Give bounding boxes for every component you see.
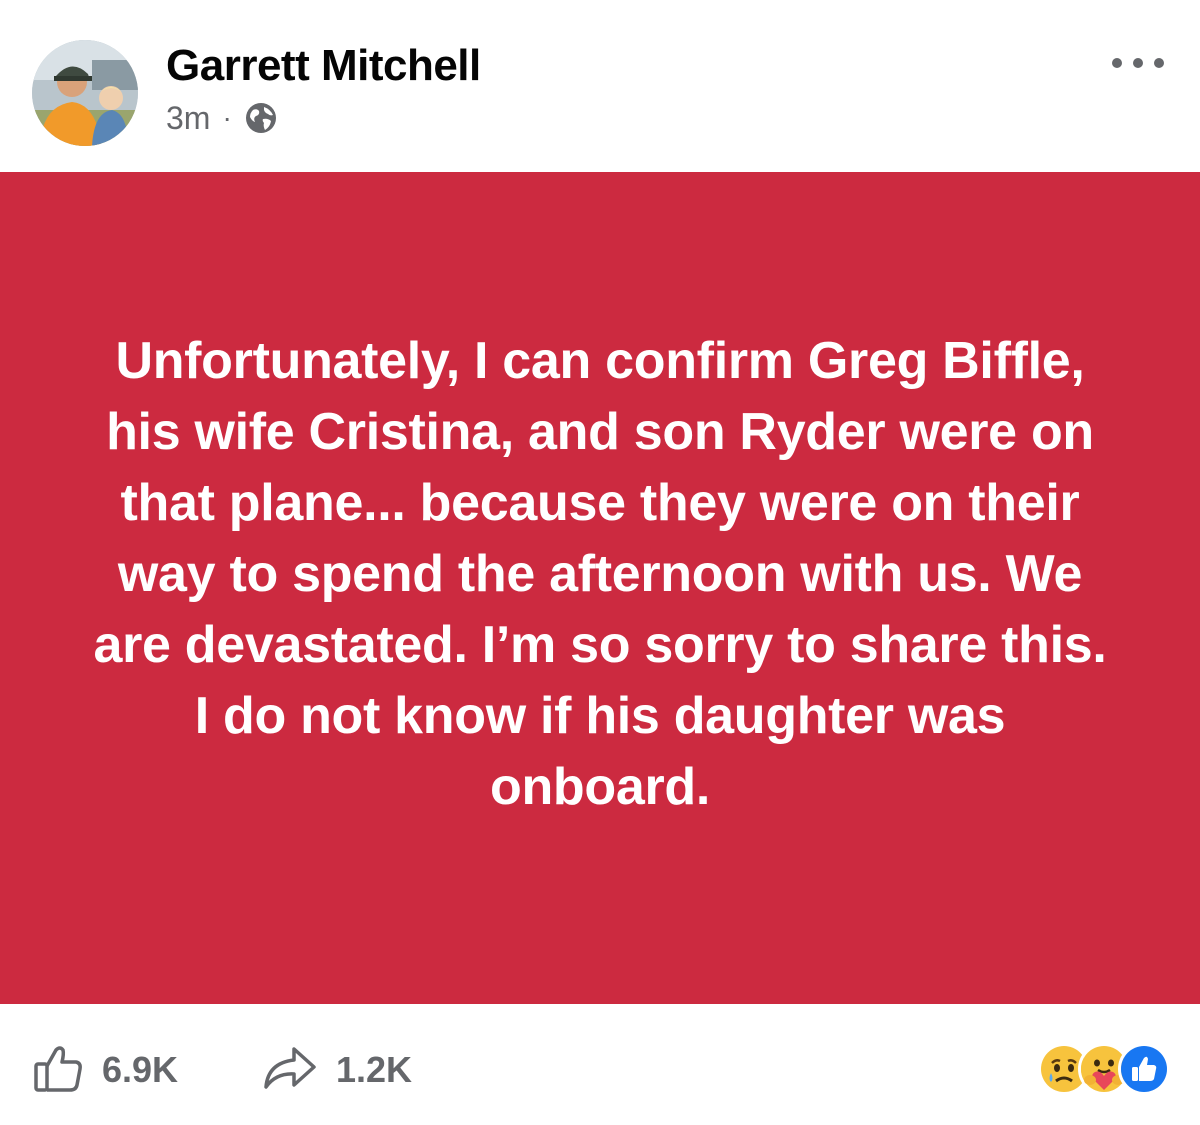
more-dot	[1154, 58, 1164, 68]
author-avatar[interactable]	[32, 40, 138, 146]
post-meta: 3m ·	[166, 98, 278, 138]
share-arrow-icon	[262, 1043, 318, 1098]
facebook-post: Garrett Mitchell 3m · Unfortunately, I c…	[0, 0, 1200, 1125]
like-button[interactable]: 6.9K	[32, 1040, 178, 1100]
thumbs-up-icon	[32, 1042, 84, 1099]
author-name[interactable]: Garrett Mitchell	[166, 40, 481, 92]
post-footer: 6.9K 1.2K	[0, 1004, 1200, 1125]
globe-icon[interactable]	[244, 101, 278, 135]
post-header: Garrett Mitchell 3m ·	[0, 0, 1200, 172]
reactions-summary[interactable]	[1038, 1043, 1170, 1095]
like-count: 6.9K	[102, 1049, 179, 1090]
share-count: 1.2K	[336, 1049, 413, 1090]
post-timestamp[interactable]: 3m	[166, 100, 210, 137]
avatar-photo	[32, 40, 138, 146]
meta-separator: ·	[222, 102, 232, 133]
share-button[interactable]: 1.2K	[262, 1040, 412, 1100]
like-reaction-icon	[1118, 1043, 1170, 1095]
more-dot	[1133, 58, 1143, 68]
more-dot	[1112, 58, 1122, 68]
status-background: Unfortunately, I can confirm Greg Biffle…	[0, 172, 1200, 1004]
more-options-icon[interactable]	[1112, 50, 1164, 76]
status-text: Unfortunately, I can confirm Greg Biffle…	[93, 331, 1107, 816]
